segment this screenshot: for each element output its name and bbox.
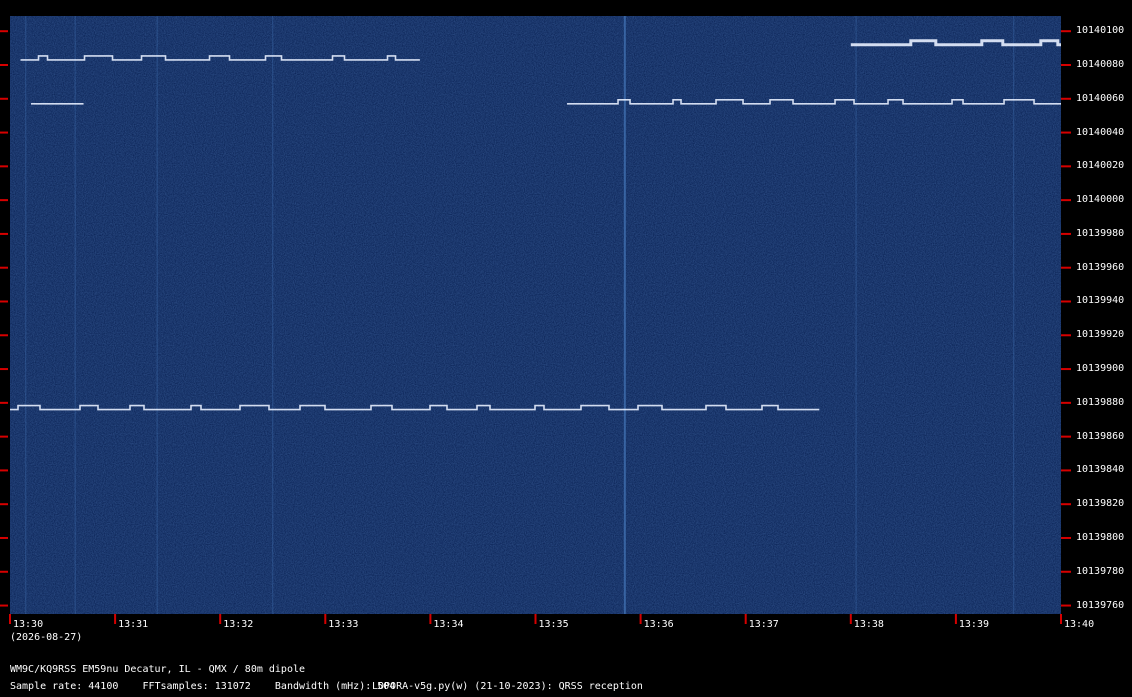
y-tick-label: 10140100 xyxy=(1076,25,1125,37)
y-tick-label: 10139920 xyxy=(1076,329,1125,341)
y-tick-label: 10139820 xyxy=(1076,498,1125,510)
y-tick-label: 10140080 xyxy=(1076,58,1125,70)
y-tick-label: 10140040 xyxy=(1076,126,1125,138)
sample-info: Sample rate: 44100 FFTsamples: 131072 Ba… xyxy=(10,681,396,692)
y-tick-label: 10140060 xyxy=(1076,92,1125,104)
x-tick-label: 13:32 xyxy=(223,619,254,630)
y-tick-label: 10139900 xyxy=(1076,363,1125,375)
x-tick-label: 13:34 xyxy=(433,619,464,630)
spectrogram-chart xyxy=(0,16,1071,624)
date-label: (2026-08-27) xyxy=(10,632,83,643)
x-tick-label: 13:36 xyxy=(643,619,674,630)
x-tick-label: 13:35 xyxy=(538,619,569,630)
x-tick-label: 13:30 xyxy=(13,619,44,630)
x-tick-label: 13:31 xyxy=(118,619,149,630)
y-tick-label: 10139880 xyxy=(1076,396,1125,408)
station-info: WM9C/KQ9RSS EM59nu Decatur, IL - QMX / 8… xyxy=(10,664,306,675)
software-info: LOPORA-v5g.py(w) (21-10-2023): QRSS rece… xyxy=(372,681,643,692)
y-tick-label: 10139780 xyxy=(1076,565,1125,577)
y-tick-label: 10139840 xyxy=(1076,464,1125,476)
spectrogram-noise xyxy=(10,16,1061,614)
x-axis-ticks xyxy=(9,614,1062,624)
y-tick-label: 10139760 xyxy=(1076,599,1125,611)
y-tick-label: 10139860 xyxy=(1076,430,1125,442)
x-tick-label: 13:38 xyxy=(853,619,884,630)
y-tick-label: 10139960 xyxy=(1076,261,1125,273)
x-tick-label: 13:37 xyxy=(748,619,779,630)
x-tick-label: 13:33 xyxy=(328,619,359,630)
y-tick-label: 10140000 xyxy=(1076,194,1125,206)
y-tick-label: 10139800 xyxy=(1076,531,1125,543)
y-tick-label: 10139980 xyxy=(1076,227,1125,239)
y-tick-label: 10140020 xyxy=(1076,160,1125,172)
y-tick-label: 10139940 xyxy=(1076,295,1125,307)
x-tick-label: 13:39 xyxy=(958,619,989,630)
x-tick-label: 13:40 xyxy=(1064,619,1095,630)
